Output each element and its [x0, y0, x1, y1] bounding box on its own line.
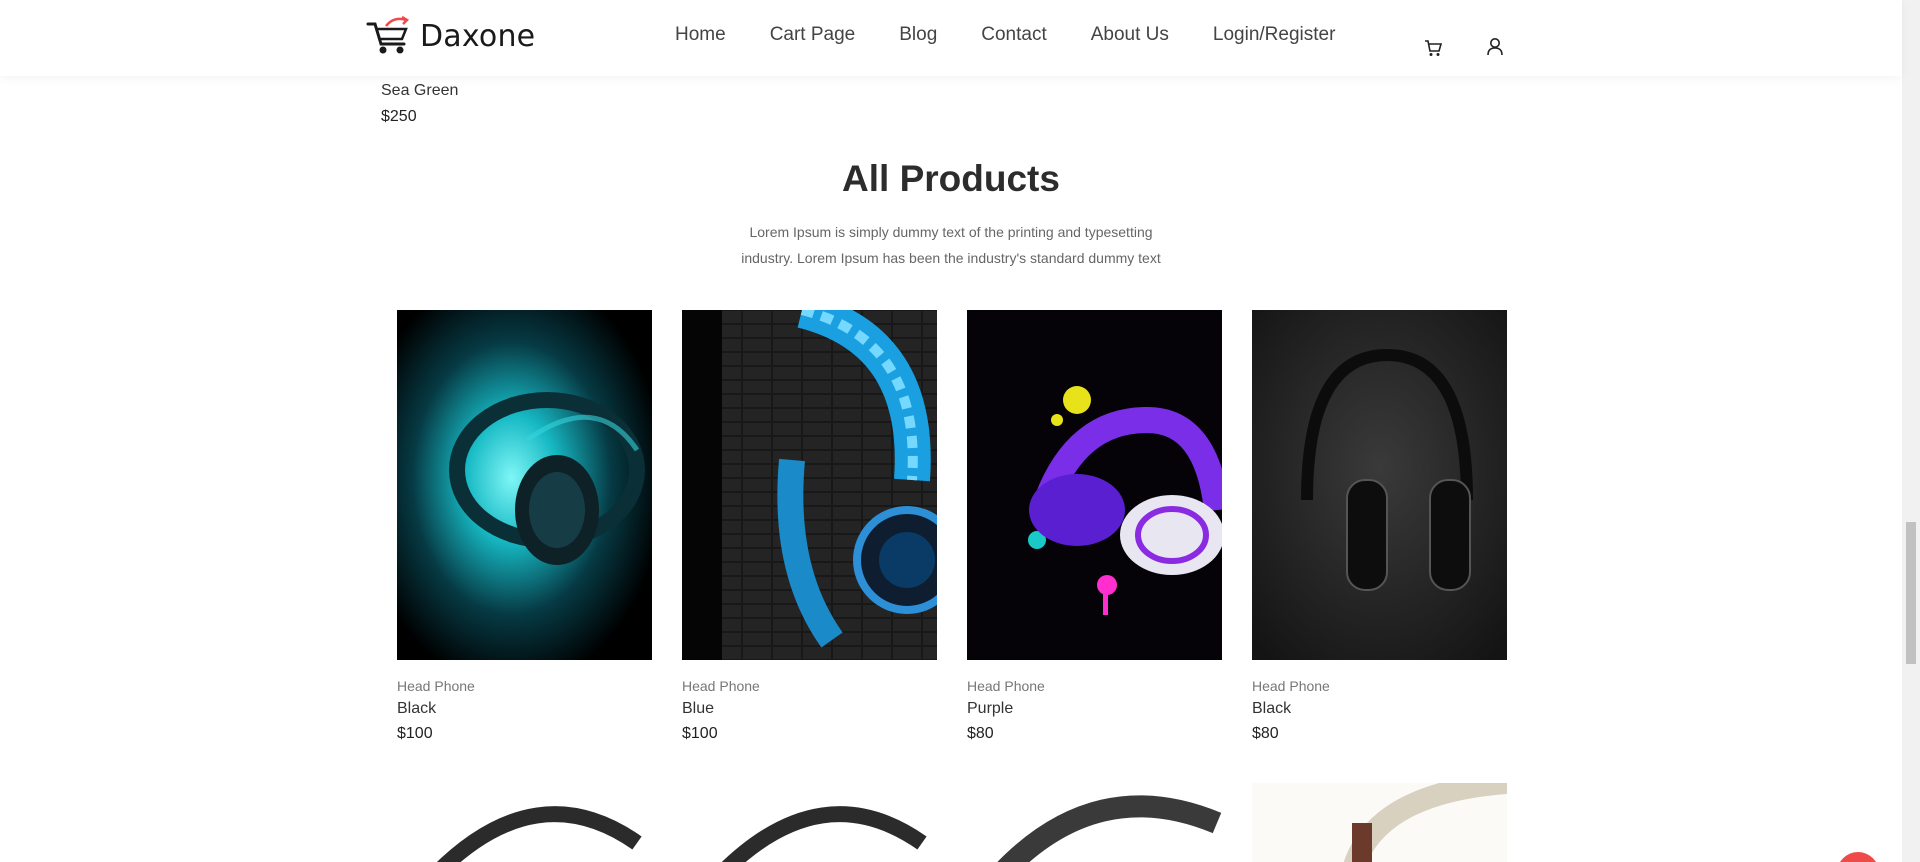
product-image[interactable] [1252, 783, 1507, 862]
section-title: All Products [842, 158, 1060, 199]
nav-cart-page[interactable]: Cart Page [770, 24, 856, 46]
shopping-cart-logo-icon [366, 16, 410, 54]
scrollbar[interactable] [1902, 0, 1920, 862]
product-image[interactable] [682, 783, 937, 862]
product-image[interactable] [1252, 310, 1507, 660]
product-category: Head Phone [397, 678, 475, 694]
product-card[interactable]: Head Phone Purple $80 [967, 310, 1222, 743]
site-header: Daxone Home Cart Page Blog Contact About… [0, 0, 1902, 76]
nav-about-us[interactable]: About Us [1091, 24, 1169, 46]
product-price: $100 [682, 725, 718, 742]
user-icon[interactable] [1484, 36, 1506, 58]
logo-text: Daxone [420, 18, 536, 54]
product-image[interactable] [682, 310, 937, 660]
nav-home[interactable]: Home [675, 24, 726, 46]
scrollbar-thumb[interactable] [1906, 522, 1916, 664]
product-price: $80 [967, 725, 994, 742]
product-price: $80 [1252, 725, 1279, 742]
product-category: Head Phone [682, 678, 760, 694]
main-nav: Home Cart Page Blog Contact About Us Log… [675, 24, 1379, 46]
product-card[interactable]: Head Phone Black $80 [1252, 310, 1507, 743]
product-card[interactable]: Head Phone Black $100 [397, 310, 652, 743]
scroll-to-top-button[interactable] [1837, 852, 1879, 862]
product-name[interactable]: Purple [967, 700, 1222, 718]
nav-login-register[interactable]: Login/Register [1213, 24, 1336, 46]
product-category: Head Phone [1252, 678, 1330, 694]
previous-product-name[interactable]: Sea Green [381, 82, 458, 100]
logo[interactable]: Daxone [366, 16, 535, 56]
previous-product-price: $250 [381, 108, 417, 125]
product-price: $100 [397, 725, 433, 742]
section-description: Lorem Ipsum is simply dummy text of the … [741, 224, 1161, 266]
product-name[interactable]: Black [397, 700, 652, 718]
product-name[interactable]: Blue [682, 700, 937, 718]
product-image[interactable] [397, 310, 652, 660]
product-category: Head Phone [967, 678, 1045, 694]
product-image[interactable] [397, 783, 652, 862]
product-name[interactable]: Black [1252, 700, 1507, 718]
product-image[interactable] [967, 783, 1222, 862]
nav-blog[interactable]: Blog [899, 24, 937, 46]
cart-icon[interactable] [1422, 36, 1444, 58]
product-card[interactable]: Head Phone Blue $100 [682, 310, 937, 743]
product-image[interactable] [967, 310, 1222, 660]
nav-contact[interactable]: Contact [981, 24, 1046, 46]
